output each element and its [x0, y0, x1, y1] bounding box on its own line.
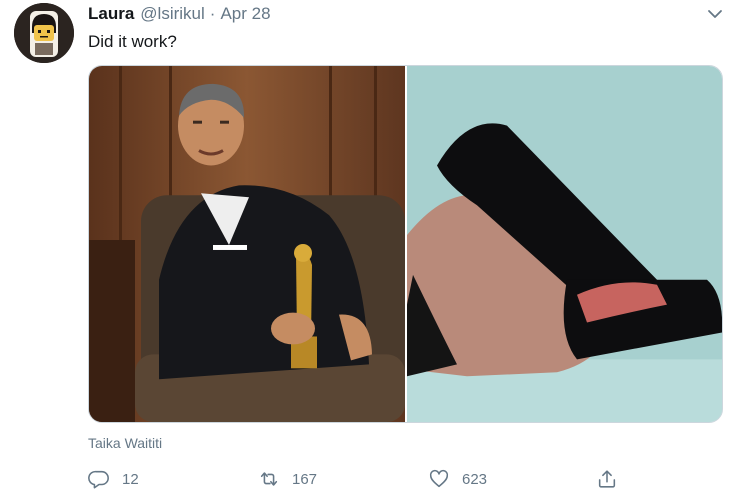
- photo-legs-with-boots[interactable]: [407, 66, 722, 422]
- retweet-button[interactable]: 167: [258, 466, 317, 490]
- tweet-header: Laura @lsirikul · Apr 28: [88, 4, 271, 28]
- chevron-down-icon[interactable]: [705, 6, 725, 22]
- share-button[interactable]: [596, 466, 618, 490]
- tweet-actions: 12 167 623: [88, 466, 628, 490]
- media-credit[interactable]: Taika Waititi: [88, 435, 162, 451]
- like-button[interactable]: 623: [428, 466, 487, 490]
- separator-dot: ·: [209, 4, 216, 23]
- tweet-date[interactable]: Apr 28: [220, 4, 270, 24]
- reply-button[interactable]: 12: [88, 466, 139, 490]
- tweet[interactable]: Laura @lsirikul · Apr 28 Did it work? Ta…: [0, 0, 732, 490]
- reply-count: 12: [122, 470, 139, 488]
- avatar[interactable]: [14, 3, 74, 63]
- like-count: 623: [462, 470, 488, 488]
- tweet-media[interactable]: [88, 65, 723, 423]
- photo-man-with-trophy[interactable]: [89, 66, 405, 422]
- share-icon: [596, 468, 618, 490]
- author-name[interactable]: Laura: [88, 4, 134, 24]
- retweet-count: 167: [292, 470, 318, 488]
- tweet-text: Did it work?: [88, 32, 177, 51]
- reply-icon: [88, 468, 110, 490]
- retweet-icon: [258, 468, 280, 490]
- heart-icon: [428, 468, 450, 490]
- author-handle[interactable]: @lsirikul: [140, 4, 204, 24]
